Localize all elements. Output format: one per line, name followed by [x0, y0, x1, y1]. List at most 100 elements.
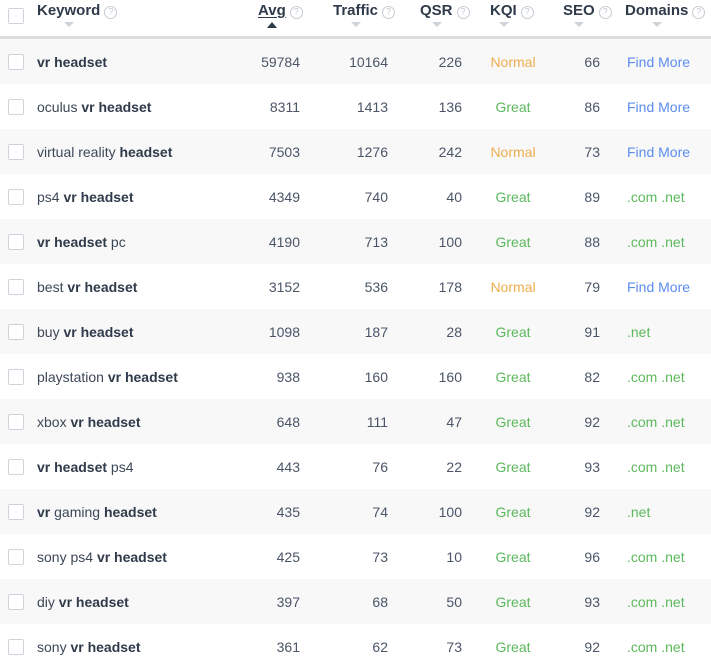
find-more-link[interactable]: Find More — [627, 144, 690, 160]
kqi-cell: Great — [474, 534, 552, 579]
qsr-cell: 160 — [438, 368, 462, 385]
kqi-cell: Great — [474, 84, 552, 129]
select-all-checkbox[interactable] — [8, 8, 24, 24]
keyword-text: vr headset pc — [37, 233, 126, 250]
domains-cell[interactable]: .com .net — [627, 219, 711, 264]
domains-cell[interactable]: .net — [627, 309, 711, 354]
table-row[interactable]: vr headset 59784 10164 226 66 Normal Find More — [0, 39, 711, 84]
available-domains-text: .com .net — [627, 638, 685, 655]
table-row[interactable]: buy vr headset 1098 187 28 91 Great .net — [0, 309, 711, 354]
avg-cell: 361 — [276, 638, 300, 655]
table-header: Keyword Avg Traffic QSR KQI SEO Domains — [0, 0, 711, 39]
column-header-domains[interactable]: Domains — [625, 0, 706, 30]
help-circle-icon[interactable] — [456, 5, 470, 19]
row-select-checkbox[interactable] — [8, 98, 24, 115]
avg-cell: 397 — [276, 593, 300, 610]
find-more-link[interactable]: Find More — [627, 54, 690, 70]
domains-cell[interactable]: .com .net — [627, 399, 711, 444]
domains-cell[interactable]: .com .net — [627, 624, 711, 669]
row-select-checkbox[interactable] — [8, 638, 24, 655]
table-row[interactable]: sony ps4 vr headset 425 73 10 96 Great .com .n… — [0, 534, 711, 579]
table-row[interactable]: best vr headset 3152 536 178 79 Normal Find Mo… — [0, 264, 711, 309]
kqi-cell: Great — [474, 174, 552, 219]
sort-descending-caret-icon[interactable] — [499, 22, 509, 27]
domains-cell[interactable]: .com .net — [627, 354, 711, 399]
row-select-checkbox[interactable] — [8, 413, 24, 430]
domains-cell[interactable]: .com .net — [627, 579, 711, 624]
row-select-checkbox[interactable] — [8, 278, 24, 295]
keyword-text: vr headset — [37, 53, 108, 70]
sort-descending-caret-icon[interactable] — [574, 22, 584, 27]
row-select-cell — [8, 84, 24, 129]
help-circle-icon[interactable] — [520, 5, 534, 19]
table-row[interactable]: xbox vr headset 648 111 47 92 Great .com .net — [0, 399, 711, 444]
domains-cell[interactable]: .com .net — [627, 534, 711, 579]
find-more-link[interactable]: Find More — [627, 99, 690, 115]
row-select-checkbox[interactable] — [8, 593, 24, 610]
column-header-keyword[interactable]: Keyword — [37, 0, 118, 30]
traffic-cell: 10164 — [349, 53, 388, 70]
row-select-checkbox[interactable] — [8, 548, 24, 565]
help-circle-icon[interactable] — [104, 5, 118, 19]
table-row[interactable]: virtual reality headset 7503 1276 242 73 Norm… — [0, 129, 711, 174]
domains-cell[interactable]: Find More — [627, 39, 711, 84]
qsr-cell: 10 — [446, 548, 462, 565]
column-header-avg[interactable]: Avg — [258, 0, 303, 30]
avg-cell: 3152 — [268, 278, 300, 295]
row-select-checkbox[interactable] — [8, 458, 24, 475]
help-circle-icon[interactable] — [382, 5, 396, 19]
row-select-cell — [8, 219, 24, 264]
row-select-checkbox[interactable] — [8, 368, 24, 385]
row-select-checkbox[interactable] — [8, 503, 24, 520]
help-circle-icon[interactable] — [692, 5, 706, 19]
kqi-status-badge: Great — [495, 548, 531, 565]
sort-descending-caret-icon[interactable] — [64, 22, 74, 27]
domains-cell[interactable]: Find More — [627, 264, 711, 309]
help-circle-icon[interactable] — [598, 5, 612, 19]
qsr-cell: 73 — [446, 638, 462, 655]
traffic-cell: 111 — [366, 413, 388, 430]
table-row[interactable]: vr headset ps4 443 76 22 93 Great .com .net — [0, 444, 711, 489]
column-header-qsr[interactable]: QSR — [420, 0, 470, 30]
avg-cell: 59784 — [261, 53, 300, 70]
help-circle-icon[interactable] — [289, 5, 303, 19]
traffic-cell: 713 — [364, 233, 388, 250]
row-select-checkbox[interactable] — [8, 53, 24, 70]
available-domains-text: .com .net — [627, 188, 685, 205]
table-row[interactable]: vr gaming headset 435 74 100 92 Great .net — [0, 489, 711, 534]
row-select-checkbox[interactable] — [8, 233, 24, 250]
qsr-cell: 136 — [438, 98, 462, 115]
table-row[interactable]: diy vr headset 397 68 50 93 Great .com .net — [0, 579, 711, 624]
avg-cell: 435 — [276, 503, 300, 520]
column-header-traffic[interactable]: Traffic — [333, 0, 396, 30]
row-select-checkbox[interactable] — [8, 188, 24, 205]
kqi-status-badge: Great — [495, 593, 531, 610]
available-domains-text: .com .net — [627, 413, 685, 430]
column-header-kqi[interactable]: KQI — [490, 0, 534, 30]
table-row[interactable]: ps4 vr headset 4349 740 40 89 Great .com .net — [0, 174, 711, 219]
sort-descending-caret-icon[interactable] — [432, 22, 442, 27]
domains-cell[interactable]: Find More — [627, 129, 711, 174]
sort-descending-caret-icon[interactable] — [652, 22, 662, 27]
domains-cell[interactable]: Find More — [627, 84, 711, 129]
row-select-cell — [8, 354, 24, 399]
row-select-cell — [8, 39, 24, 84]
row-select-checkbox[interactable] — [8, 323, 24, 340]
available-domains-text: .net — [627, 323, 651, 340]
table-row[interactable]: playstation vr headset 938 160 160 82 Great .c… — [0, 354, 711, 399]
sort-descending-caret-icon[interactable] — [351, 22, 361, 27]
row-select-checkbox[interactable] — [8, 143, 24, 160]
find-more-link[interactable]: Find More — [627, 279, 690, 295]
column-header-label-qsr: QSR — [420, 2, 453, 19]
column-header-seo[interactable]: SEO — [563, 0, 612, 30]
row-select-cell — [8, 264, 24, 309]
table-row[interactable]: oculus vr headset 8311 1413 136 86 Great Find … — [0, 84, 711, 129]
table-row[interactable]: sony vr headset 361 62 73 92 Great .com .net — [0, 624, 711, 669]
domains-cell[interactable]: .net — [627, 489, 711, 534]
domains-cell[interactable]: .com .net — [627, 444, 711, 489]
domains-cell[interactable]: .com .net — [627, 174, 711, 219]
sort-ascending-caret-icon[interactable] — [267, 22, 277, 28]
traffic-cell: 536 — [364, 278, 388, 295]
kqi-cell: Great — [474, 624, 552, 669]
table-row[interactable]: vr headset pc 4190 713 100 88 Great .com .net — [0, 219, 711, 264]
